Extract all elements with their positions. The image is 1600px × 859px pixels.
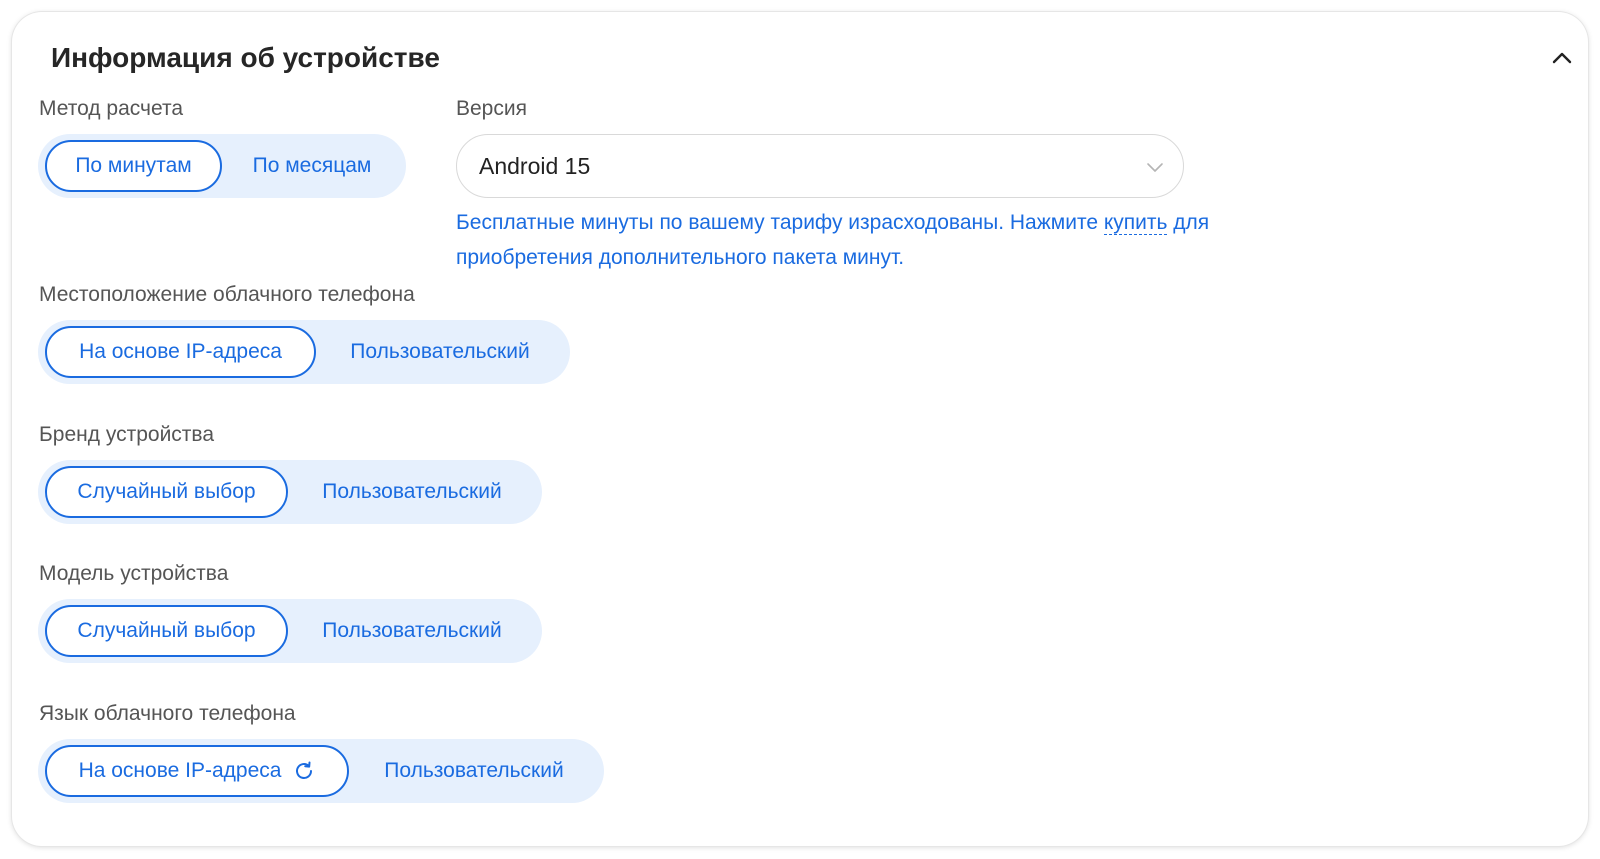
version-label: Версия — [456, 97, 527, 120]
brand-segmented-control: Случайный выбор Пользовательский — [38, 460, 542, 524]
model-label: Модель устройства — [39, 562, 229, 585]
billing-option-per-month[interactable]: По месяцам — [226, 140, 398, 192]
refresh-icon[interactable] — [293, 760, 315, 782]
collapse-button[interactable] — [1550, 48, 1574, 68]
version-select[interactable]: Android 15 — [456, 134, 1184, 198]
version-select-value: Android 15 — [479, 153, 591, 179]
brand-label: Бренд устройства — [39, 423, 215, 446]
language-label: Язык облачного телефона — [39, 702, 296, 725]
location-option-custom[interactable]: Пользовательский — [320, 326, 560, 378]
location-segmented-control: На основе IP-адреса Пользовательский — [38, 320, 570, 384]
billing-method-label: Метод расчета — [39, 97, 184, 120]
chevron-up-icon — [1552, 52, 1572, 64]
location-label: Местоположение облачного телефона — [39, 283, 415, 306]
language-option-ip-based[interactable]: На основе IP-адреса — [45, 745, 349, 797]
brand-option-random[interactable]: Случайный выбор — [45, 466, 288, 518]
language-segmented-control: На основе IP-адреса Пользовательский — [38, 739, 604, 803]
panel-title: Информация об устройстве — [51, 42, 440, 73]
language-option-custom[interactable]: Пользовательский — [354, 745, 594, 797]
billing-method-segmented-control: По минутам По месяцам — [38, 134, 406, 198]
billing-option-per-minute[interactable]: По минутам — [45, 140, 222, 192]
model-segmented-control: Случайный выбор Пользовательский — [38, 599, 542, 663]
model-option-custom[interactable]: Пользовательский — [292, 605, 532, 657]
brand-option-custom[interactable]: Пользовательский — [292, 466, 532, 518]
chevron-down-icon — [1147, 163, 1163, 172]
notice-text-before: Бесплатные минуты по вашему тарифу израс… — [456, 211, 1104, 234]
location-option-ip-based[interactable]: На основе IP-адреса — [45, 326, 316, 378]
minutes-exhausted-notice: Бесплатные минуты по вашему тарифу израс… — [456, 205, 1216, 275]
buy-link[interactable]: купить — [1103, 211, 1168, 235]
device-info-panel: Информация об устройстве Метод расчета П… — [12, 12, 1588, 846]
model-option-random[interactable]: Случайный выбор — [45, 605, 288, 657]
language-option-ip-based-label: На основе IP-адреса — [78, 759, 282, 782]
